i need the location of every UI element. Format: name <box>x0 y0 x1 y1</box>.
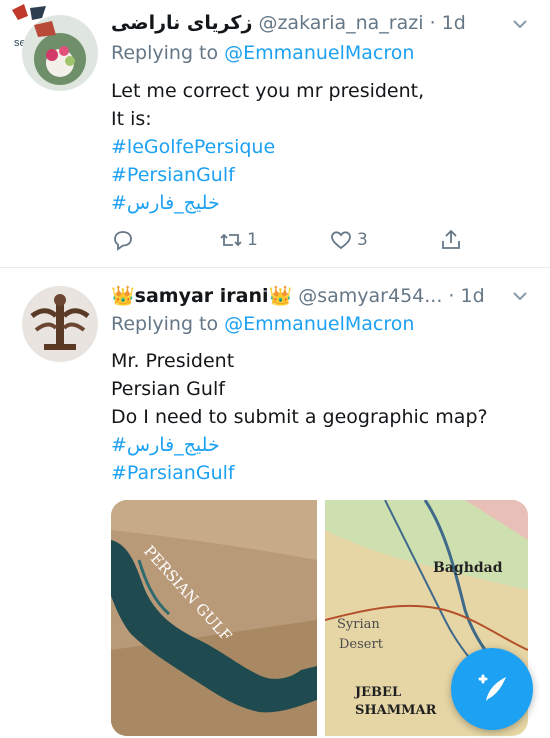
separator-dot: · <box>429 12 436 34</box>
user-handle[interactable]: @zakaria_na_razi <box>258 12 423 34</box>
tweet-text: Let me correct you mr president, It is: … <box>111 77 530 217</box>
like-icon <box>331 231 351 250</box>
mention-link[interactable]: @EmmanuelMacron <box>224 42 414 64</box>
replying-prefix: Replying to <box>111 42 225 64</box>
share-button[interactable] <box>439 228 463 252</box>
media-divider <box>317 500 325 736</box>
hashtag-link[interactable]: #ParsianGulf <box>111 459 530 487</box>
tweet[interactable]: زکریای ناراضی @zakaria_na_razi · 1d Repl… <box>0 0 550 268</box>
tweet-header: 👑samyar irani👑 @samyar454... · 1d <box>111 284 530 307</box>
avatar[interactable] <box>22 286 98 362</box>
satellite-image[interactable]: PERSIAN GULF <box>111 500 317 736</box>
hashtag-link[interactable]: #خلیج_فارس <box>111 189 530 217</box>
chevron-down-icon[interactable] <box>510 14 530 39</box>
reply-button[interactable] <box>111 228 139 252</box>
retweet-count: 1 <box>247 230 258 250</box>
reply-icon <box>114 231 132 251</box>
avatar[interactable] <box>22 15 98 91</box>
timestamp[interactable]: 1d <box>461 285 485 307</box>
hashtag-link[interactable]: #خلیج_فارس <box>111 431 530 459</box>
map-label: Syrian <box>337 617 380 632</box>
like-count: 3 <box>357 230 368 250</box>
user-handle[interactable]: @samyar454... <box>298 285 442 307</box>
map-label: Desert <box>339 637 384 652</box>
retweet-button[interactable]: 1 <box>219 228 258 252</box>
text-line: Let me correct you mr president, <box>111 80 425 102</box>
mention-link[interactable]: @EmmanuelMacron <box>224 313 414 335</box>
display-name[interactable]: زکریای ناراضی <box>111 12 252 34</box>
map-label: Baghdad <box>433 560 503 576</box>
hashtag-link[interactable]: #PersianGulf <box>111 161 530 189</box>
text-line: Persian Gulf <box>111 378 225 400</box>
compose-button[interactable] <box>451 648 533 730</box>
display-name[interactable]: 👑samyar irani👑 <box>111 285 292 307</box>
timestamp[interactable]: 1d <box>442 12 466 34</box>
map-label: JEBEL <box>354 685 401 700</box>
chevron-down-icon[interactable] <box>510 286 530 311</box>
replying-to: Replying to @EmmanuelMacron <box>111 313 414 335</box>
replying-to: Replying to @EmmanuelMacron <box>111 42 414 64</box>
retweet-icon <box>220 233 242 247</box>
tweet-actions: 1 3 <box>111 228 471 254</box>
tweet-text: Mr. President Persian Gulf Do I need to … <box>111 347 530 487</box>
text-line: Do I need to submit a geographic map? <box>111 406 488 428</box>
text-line: It is: <box>111 108 152 130</box>
separator-dot: · <box>448 285 455 307</box>
tweet-header: زکریای ناراضی @zakaria_na_razi · 1d <box>111 12 530 34</box>
hashtag-link[interactable]: #leGolfePersique <box>111 133 530 161</box>
text-line: Mr. President <box>111 350 235 372</box>
like-button[interactable]: 3 <box>329 228 368 252</box>
map-label: SHAMMAR <box>355 703 437 718</box>
share-icon <box>442 229 460 249</box>
compose-icon <box>478 674 506 701</box>
replying-prefix: Replying to <box>111 313 225 335</box>
